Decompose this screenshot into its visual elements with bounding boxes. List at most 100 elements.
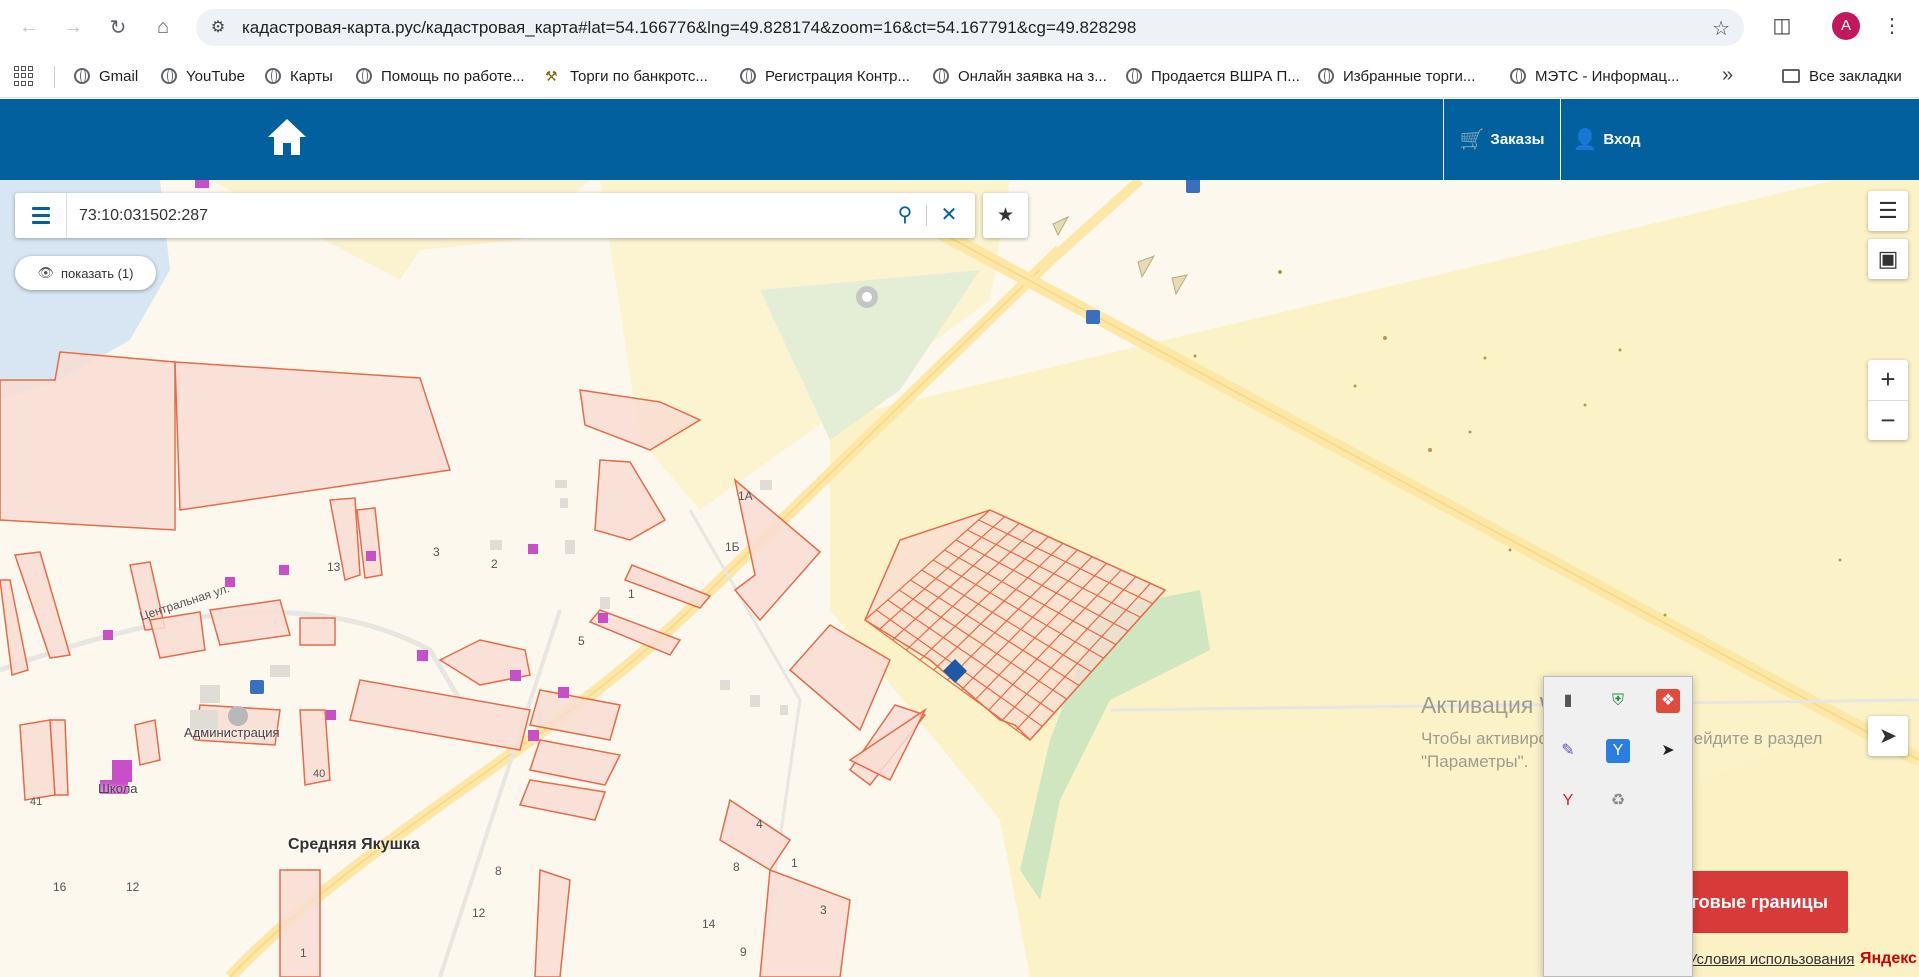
usb-icon[interactable]: ▮ (1556, 689, 1580, 713)
orders-label: Заказы (1490, 131, 1545, 148)
bookmarks-bar: Gmail YouTube Карты Помощь по работе... … (0, 54, 1919, 98)
user-icon: 👤 (1572, 129, 1598, 151)
search-icon[interactable]: ⚲ (892, 202, 918, 228)
land-parcel[interactable] (759, 868, 851, 977)
app-red-icon[interactable]: ❖ (1656, 689, 1680, 713)
land-parcel[interactable] (299, 617, 336, 646)
cart-icon: 🛒 (1459, 129, 1485, 151)
globe-icon (74, 68, 90, 84)
system-tray-popup: ▮ ⛨ ❖ ✎ Y ➤ Y ♻ (1543, 676, 1693, 977)
land-parcel[interactable] (349, 679, 531, 751)
land-parcel[interactable] (594, 459, 667, 541)
yandex-app-icon[interactable]: Y (1606, 739, 1630, 763)
land-parcel[interactable] (623, 564, 712, 609)
bookmark-item[interactable]: Онлайн заявка на з... (933, 54, 1107, 98)
house-number: 1 (300, 946, 307, 960)
bookmark-item[interactable]: YouTube (161, 54, 245, 98)
house-number: 1 (791, 856, 798, 870)
zoom-in-button[interactable]: + (1868, 360, 1908, 400)
layers-button[interactable]: ☰ (1868, 191, 1908, 231)
poi-markers (1052, 215, 1188, 296)
extensions-icon[interactable]: ◫ (1768, 12, 1796, 40)
land-parcel[interactable] (719, 798, 792, 872)
login-button[interactable]: 👤 Вход (1560, 99, 1652, 180)
clear-search-icon[interactable]: ✕ (936, 202, 962, 228)
menu-button[interactable] (15, 193, 67, 238)
yandex-logo[interactable]: Яндекс (1860, 950, 1917, 968)
house-number: 5 (578, 634, 585, 648)
land-parcel[interactable] (13, 551, 71, 659)
cadastral-map[interactable]: 1А 1Б 3 2 13 1 5 40 41 4 8 1 3 16 12 8 1… (0, 180, 1919, 977)
house-number: 3 (433, 545, 440, 559)
land-parcel[interactable] (356, 507, 383, 579)
globe-icon (933, 68, 949, 84)
ruler-button[interactable]: ▣ (1868, 239, 1908, 279)
house-number: 4 (756, 817, 763, 831)
house-number: 14 (702, 917, 716, 931)
orders-button[interactable]: 🛒 Заказы (1443, 99, 1560, 180)
bookmark-star-icon[interactable]: ☆ (1712, 16, 1730, 41)
address-bar[interactable]: ⚙ кадастровая-карта.рус/кадастровая_карт… (196, 9, 1744, 46)
land-parcel[interactable] (134, 719, 161, 766)
house-number: 9 (740, 945, 747, 959)
recycle-icon[interactable]: ♻ (1606, 789, 1630, 813)
bookmark-label: Помощь по работе... (381, 67, 525, 85)
bookmark-item[interactable]: Продается ВШРА П... (1126, 54, 1300, 98)
bookmark-item[interactable]: Помощь по работе... (356, 54, 525, 98)
geolocation-button[interactable]: ➤ (1868, 716, 1908, 756)
land-parcel[interactable] (19, 719, 56, 801)
zoom-out-button[interactable]: − (1868, 400, 1908, 440)
bookmark-label: Избранные торги... (1343, 67, 1476, 85)
favorites-star-button[interactable]: ★ (983, 193, 1028, 238)
bookmark-label: Gmail (99, 67, 139, 85)
show-results-button[interactable]: 👁 показать (1) (15, 256, 156, 290)
globe-icon (161, 68, 177, 84)
land-parcel[interactable] (518, 779, 607, 821)
bookmark-label: Карты (290, 67, 333, 85)
bookmark-item[interactable]: Карты (265, 54, 333, 98)
browser-menu-icon[interactable]: ⋮ (1882, 12, 1902, 40)
bookmark-item[interactable]: Регистрация Контр... (740, 54, 910, 98)
land-parcel[interactable] (149, 611, 206, 659)
house-number: 8 (495, 864, 502, 878)
profile-avatar[interactable]: A (1832, 12, 1860, 40)
site-info-icon[interactable]: ⚙ (208, 18, 228, 38)
land-parcel[interactable] (534, 868, 571, 977)
more-bookmarks-icon[interactable]: » (1722, 64, 1733, 87)
land-parcel[interactable] (529, 739, 622, 786)
terms-link[interactable]: Условия использования (1688, 951, 1855, 968)
url-text[interactable]: кадастровая-карта.рус/кадастровая_карта#… (242, 9, 1136, 46)
reload-icon[interactable]: ↻ (103, 12, 133, 42)
yandex-browser-icon[interactable]: Y (1556, 789, 1580, 813)
land-parcel[interactable] (209, 599, 291, 646)
home-logo-icon[interactable] (266, 117, 308, 157)
bookmark-item[interactable]: МЭТС - Информац... (1510, 54, 1679, 98)
globe-icon (740, 68, 756, 84)
apps-grid-icon[interactable] (14, 66, 34, 86)
bookmark-item[interactable]: Gmail (74, 54, 138, 98)
house-number: 1 (628, 587, 635, 601)
telegram-icon[interactable]: ➤ (1656, 739, 1680, 763)
bookmark-label: Регистрация Контр... (765, 67, 910, 85)
bookmark-label: Онлайн заявка на з... (958, 67, 1107, 85)
cadastral-search-input[interactable] (79, 201, 879, 230)
land-parcel[interactable] (174, 361, 451, 511)
login-label: Вход (1603, 131, 1641, 148)
defender-shield-icon[interactable]: ⛨ (1606, 689, 1630, 713)
land-parcel[interactable] (279, 869, 321, 977)
globe-icon (356, 68, 372, 84)
back-icon[interactable]: ← (14, 12, 44, 42)
bookmark-item[interactable]: ⚒ Торги по банкротс... (545, 54, 708, 98)
bookmark-item[interactable]: Избранные торги... (1318, 54, 1475, 98)
house-number: 41 (30, 796, 43, 808)
navigation-arrow-icon: ➤ (1878, 723, 1898, 748)
all-bookmarks-folder[interactable]: Все закладки (1782, 54, 1902, 98)
forward-icon[interactable]: → (58, 12, 88, 42)
land-parcel[interactable] (0, 579, 29, 676)
folder-icon (1782, 69, 1800, 83)
home-icon[interactable]: ⌂ (148, 12, 178, 42)
pen-icon[interactable]: ✎ (1556, 739, 1580, 763)
house-number: 3 (820, 903, 827, 917)
house-number: 40 (313, 768, 326, 780)
house-number: 1А (738, 489, 753, 503)
